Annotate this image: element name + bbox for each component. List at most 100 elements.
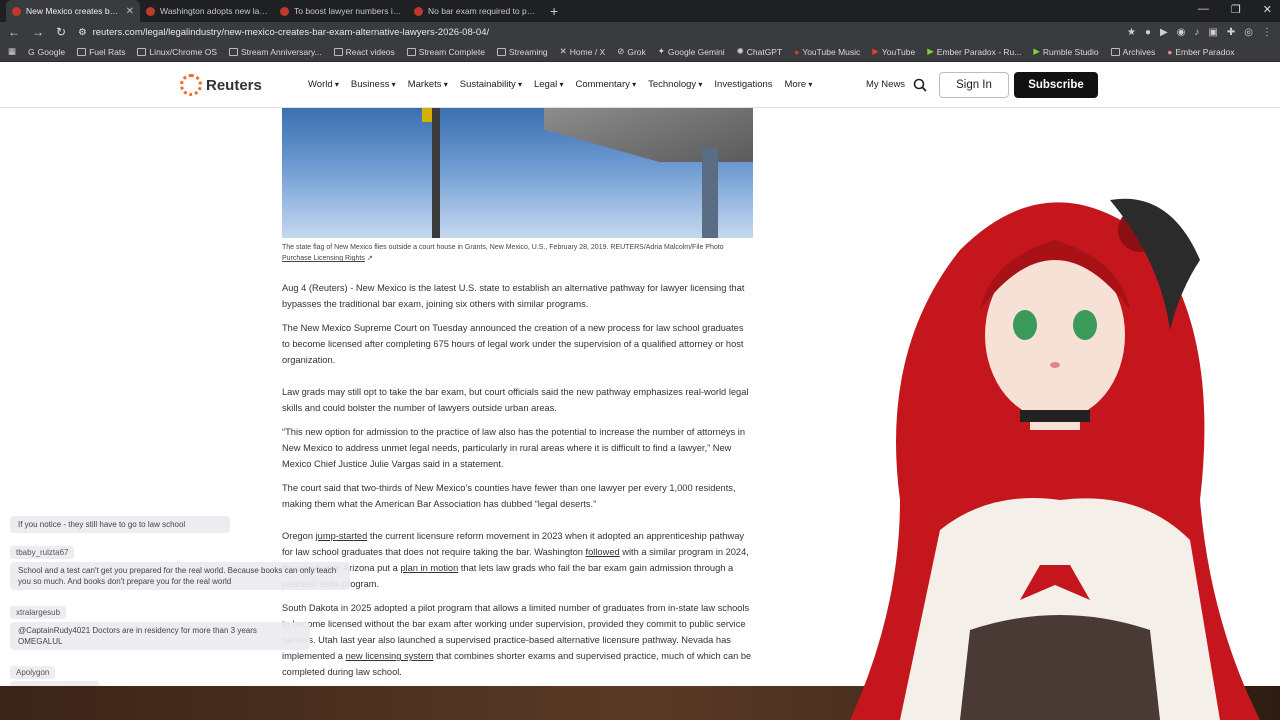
folder-icon bbox=[77, 47, 87, 56]
menu-item-sustainability[interactable]: Sustainability bbox=[460, 79, 522, 90]
bookmark[interactable]: ⊘ Grok bbox=[617, 46, 646, 57]
forward-icon[interactable]: → bbox=[32, 25, 44, 39]
folder-icon bbox=[496, 47, 506, 56]
bookmark[interactable]: Fuel Rats bbox=[77, 47, 125, 57]
browser-tab[interactable]: No bar exam required to pract bbox=[408, 0, 542, 22]
bookmark[interactable]: Streaming bbox=[496, 47, 548, 57]
menu-item-world[interactable]: World bbox=[308, 79, 339, 90]
followed-link[interactable]: followed bbox=[586, 547, 620, 557]
menu-item-more[interactable]: More bbox=[785, 79, 813, 90]
bookmark[interactable]: ✦ Google Gemini bbox=[658, 46, 725, 57]
grok-icon: ⊘ bbox=[617, 46, 625, 56]
chat-message: tbaby_rulzta67 School and a test can't g… bbox=[10, 546, 350, 590]
licensing-link[interactable]: Purchase Licensing Rights bbox=[282, 255, 365, 262]
jump-started-link[interactable]: jump-started bbox=[316, 531, 368, 541]
extension-icon[interactable]: ◉ bbox=[1177, 27, 1186, 38]
rumble-icon: ▶ bbox=[1033, 46, 1040, 56]
address-bar[interactable]: ⚙ reuters.com/legal/legalindustry/new-me… bbox=[78, 27, 1115, 38]
bookmark[interactable]: G Google bbox=[28, 47, 65, 57]
menu-item-technology[interactable]: Technology bbox=[648, 79, 702, 90]
bookmark[interactable]: React videos bbox=[333, 47, 395, 57]
maximize-icon[interactable]: ❐ bbox=[1231, 3, 1241, 16]
new-tab-button[interactable]: + bbox=[542, 3, 566, 19]
photo-flagpole bbox=[432, 108, 440, 238]
sign-in-button[interactable]: Sign In bbox=[939, 72, 1009, 98]
new-licensing-system-link[interactable]: new licensing system bbox=[346, 651, 434, 661]
bookmark[interactable]: ✕ Home / X bbox=[560, 46, 606, 57]
chat-message: If you notice - they still have to go to… bbox=[10, 516, 230, 533]
bookmark[interactable]: ✺ ChatGPT bbox=[737, 46, 783, 57]
menu-item-commentary[interactable]: Commentary bbox=[575, 79, 636, 90]
bookmark[interactable]: ● YouTube Music bbox=[794, 47, 860, 57]
plan-in-motion-link[interactable]: plan in motion bbox=[400, 563, 458, 573]
play-icon[interactable]: ▶ bbox=[1160, 27, 1168, 38]
google-icon: G bbox=[28, 46, 35, 57]
bookmark[interactable]: ● Ember Paradox bbox=[1167, 47, 1234, 57]
reuters-favicon-icon bbox=[12, 6, 21, 16]
back-icon[interactable]: ← bbox=[8, 25, 20, 39]
extension-icon[interactable]: ▣ bbox=[1208, 27, 1217, 38]
bookmark[interactable]: ▶ Ember Paradox - Ru... bbox=[927, 46, 1021, 57]
chatgpt-icon: ✺ bbox=[736, 46, 744, 56]
bookmark[interactable]: ▶ Rumble Studio bbox=[1033, 46, 1098, 57]
bookmark[interactable]: Stream Anniversary... bbox=[229, 47, 322, 57]
puzzle-icon[interactable]: ✚ bbox=[1227, 27, 1235, 38]
youtube-icon: ▶ bbox=[872, 46, 879, 56]
photo-pillar bbox=[702, 148, 718, 238]
menu-item-investigations[interactable]: Investigations bbox=[714, 79, 772, 90]
reuters-favicon-icon bbox=[146, 6, 155, 16]
folder-icon bbox=[137, 47, 147, 56]
browser-tab[interactable]: New Mexico creates bar e ✕ bbox=[6, 0, 140, 22]
folder-icon bbox=[229, 47, 239, 56]
close-window-icon[interactable]: ✕ bbox=[1263, 3, 1272, 16]
search-icon[interactable] bbox=[913, 78, 927, 95]
bookmark-star-icon[interactable]: ★ bbox=[1127, 27, 1136, 38]
menu-item-business[interactable]: Business bbox=[351, 79, 396, 90]
browser-toolbar: ← → ↻ ⚙ reuters.com/legal/legalindustry/… bbox=[0, 22, 1280, 42]
apps-grid-icon[interactable]: ▦ bbox=[8, 46, 16, 57]
folder-icon bbox=[333, 47, 343, 56]
reuters-logo[interactable]: Reuters bbox=[180, 74, 262, 96]
chat-username: tbaby_rulzta67 bbox=[10, 546, 75, 559]
subscribe-button[interactable]: Subscribe bbox=[1014, 72, 1098, 98]
minimize-icon[interactable]: — bbox=[1198, 3, 1209, 16]
extension-icons: ★ ● ▶ ◉ ♪ ▣ ✚ ◎ ⋮ bbox=[1127, 27, 1272, 38]
menu-item-markets[interactable]: Markets bbox=[408, 79, 448, 90]
rumble-icon: ▶ bbox=[927, 46, 934, 56]
browser-tab[interactable]: Washington adopts new lawye bbox=[140, 0, 274, 22]
bookmark[interactable]: Linux/Chrome OS bbox=[137, 47, 217, 57]
article-paragraph: South Dakota in 2025 adopted a pilot pro… bbox=[282, 603, 752, 677]
chat-username: Apolygon bbox=[10, 666, 56, 679]
external-link-icon: ↗ bbox=[366, 255, 373, 262]
chat-message-text: School and a test can't get you prepared… bbox=[10, 562, 350, 590]
youtube-music-icon: ● bbox=[794, 46, 800, 57]
reuters-favicon-icon bbox=[280, 6, 289, 16]
profile-icon[interactable]: ◎ bbox=[1244, 27, 1253, 38]
window-controls: — ❐ ✕ bbox=[1198, 3, 1272, 16]
url-text: reuters.com/legal/legalindustry/new-mexi… bbox=[92, 26, 490, 38]
my-news-link[interactable]: My News bbox=[866, 79, 905, 90]
chat-message-text: If you notice - they still have to go to… bbox=[10, 516, 230, 533]
browser-tab-bar: New Mexico creates bar e ✕ Washington ado… bbox=[0, 0, 1280, 22]
close-tab-icon[interactable]: ✕ bbox=[126, 6, 134, 17]
main-menu: World Business Markets Sustainability Le… bbox=[308, 79, 812, 90]
bookmark[interactable]: ▶ YouTube bbox=[872, 46, 915, 57]
site-header: Reuters World Business Markets Sustainab… bbox=[0, 64, 1280, 108]
folder-icon bbox=[1110, 47, 1120, 56]
bookmark[interactable]: Stream Complete bbox=[406, 47, 485, 57]
chat-message: xtralargesub @CaptainRudy4021 Doctors ar… bbox=[10, 606, 310, 650]
reload-icon[interactable]: ↻ bbox=[56, 25, 66, 39]
article-paragraph: “This new option for admission to the pr… bbox=[282, 427, 746, 469]
gemini-icon: ✦ bbox=[657, 46, 665, 56]
vtuber-avatar bbox=[840, 170, 1280, 720]
menu-dots-icon[interactable]: ⋮ bbox=[1262, 27, 1272, 38]
article-paragraph: The New Mexico Supreme Court on Tuesday … bbox=[282, 323, 744, 365]
extension-icon[interactable]: ● bbox=[1145, 27, 1151, 38]
avatar-icon: ● bbox=[1167, 46, 1173, 57]
article-paragraph: Oregon jump-started the current licensur… bbox=[282, 531, 749, 589]
site-info-icon[interactable]: ⚙ bbox=[78, 27, 87, 38]
browser-tab[interactable]: To boost lawyer numbers in 'le bbox=[274, 0, 408, 22]
volume-icon[interactable]: ♪ bbox=[1194, 27, 1199, 38]
bookmark[interactable]: Archives bbox=[1110, 47, 1155, 57]
menu-item-legal[interactable]: Legal bbox=[534, 79, 564, 90]
